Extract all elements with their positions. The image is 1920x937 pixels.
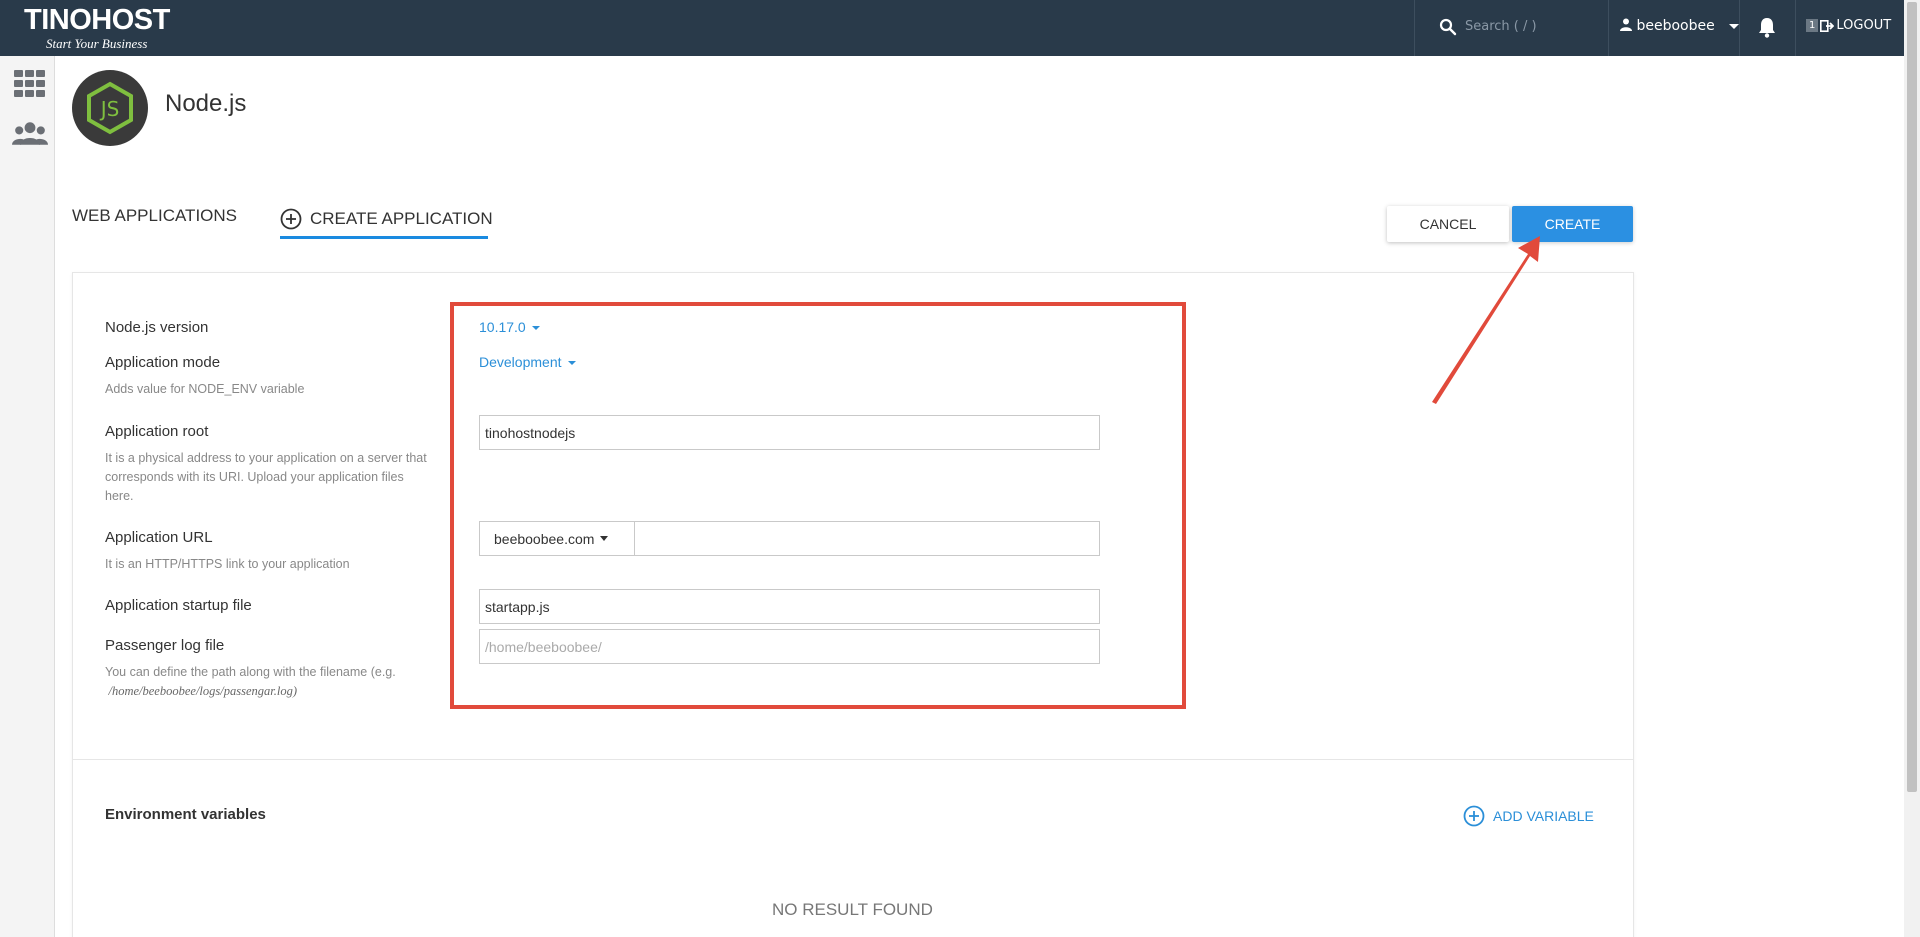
- plus-circle-icon: [280, 208, 302, 230]
- tab-create-label: CREATE APPLICATION: [310, 209, 493, 228]
- passenger-log-hint-text: You can define the path along with the f…: [105, 665, 396, 679]
- left-sidebar: [0, 56, 55, 937]
- add-variable-button[interactable]: ADD VARIABLE: [1463, 805, 1594, 827]
- application-root-hint: It is a physical address to your applica…: [105, 451, 427, 503]
- top-navbar: TINOHOST Start Your Business Search ( / …: [0, 0, 1904, 56]
- nodejs-logo: JS: [72, 70, 148, 146]
- active-tab-indicator: [280, 236, 488, 239]
- nodejs-hexagon-icon: JS: [87, 81, 133, 135]
- annotation-arrow: [1432, 236, 1540, 404]
- user-icon: [1620, 18, 1632, 31]
- users-icon[interactable]: [12, 118, 48, 150]
- plus-circle-icon: [1463, 805, 1485, 827]
- passenger-log-label: Passenger log file: [105, 637, 225, 654]
- logout-button[interactable]: 1 LOGOUT: [1806, 18, 1891, 33]
- user-name: beeboobee: [1636, 18, 1715, 34]
- chevron-down-icon: [1729, 23, 1740, 29]
- tab-web-applications[interactable]: WEB APPLICATIONS: [72, 206, 237, 226]
- search-icon: [1439, 18, 1457, 36]
- divider: [1739, 0, 1740, 56]
- application-root-label: Application root: [105, 423, 209, 440]
- startup-file-label: Application startup file: [105, 597, 252, 614]
- logout-label: LOGOUT: [1836, 18, 1892, 33]
- tinohost-logo[interactable]: TINOHOST Start Your Business: [24, 3, 184, 53]
- empty-state-text: NO RESULT FOUND: [772, 900, 933, 919]
- page-title: Node.js: [165, 90, 247, 117]
- annotation-highlight-box: [450, 302, 1186, 709]
- logout-icon: [1820, 19, 1835, 32]
- application-url-hint: It is an HTTP/HTTPS link to your applica…: [105, 557, 350, 571]
- passenger-log-hint-example: /home/beeboobee/logs/passengar.log): [108, 684, 297, 698]
- grid-icon[interactable]: [12, 68, 48, 100]
- user-menu[interactable]: beeboobee: [1620, 18, 1740, 34]
- logout-badge: 1: [1806, 19, 1819, 32]
- svg-text:JS: JS: [99, 97, 120, 121]
- section-divider: [72, 759, 1634, 760]
- logo-text: TINOHOST: [24, 4, 170, 36]
- scrollbar-thumb[interactable]: [1907, 2, 1917, 792]
- passenger-log-hint: You can define the path along with the f…: [105, 663, 445, 701]
- application-mode-hint: Adds value for NODE_ENV variable: [105, 382, 305, 396]
- logo-tagline: Start Your Business: [46, 36, 148, 51]
- application-url-label: Application URL: [105, 529, 213, 546]
- nodejs-version-label: Node.js version: [105, 319, 209, 336]
- bell-icon[interactable]: [1757, 16, 1777, 38]
- env-variables-title: Environment variables: [105, 806, 266, 823]
- search-input[interactable]: Search ( / ): [1465, 19, 1537, 34]
- tab-create-application[interactable]: CREATE APPLICATION: [280, 208, 493, 230]
- application-mode-label: Application mode: [105, 354, 221, 371]
- add-variable-label: ADD VARIABLE: [1493, 808, 1594, 824]
- search-box[interactable]: Search ( / ): [1414, 0, 1609, 56]
- divider: [1795, 0, 1796, 56]
